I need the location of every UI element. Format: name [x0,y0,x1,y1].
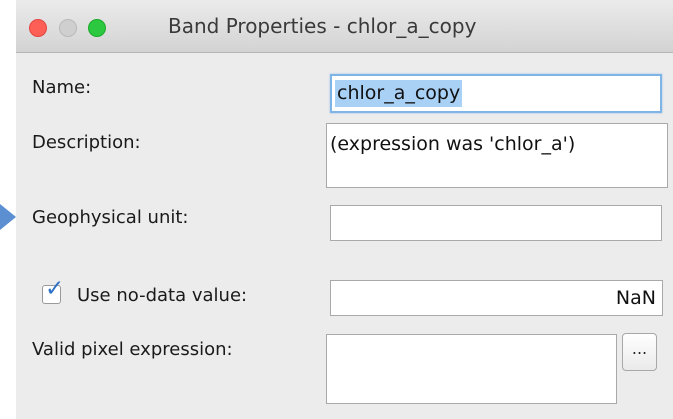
description-field[interactable]: (expression was 'chlor_a') [326,123,668,188]
name-field[interactable]: chlor_a_copy [330,74,662,113]
geophysical-unit-field[interactable] [330,205,662,241]
maximize-window-button[interactable] [88,19,106,37]
title-bar[interactable]: Band Properties - chlor_a_copy [16,0,673,53]
checkmark-icon: ✓ [45,276,65,302]
description-value: (expression was 'chlor_a') [330,133,576,155]
band-properties-dialog: Band Properties - chlor_a_copy Name: chl… [16,0,673,419]
window-title: Band Properties - chlor_a_copy [168,14,477,38]
no-data-value-field[interactable]: NaN [330,280,663,316]
valid-pixel-expression-field[interactable] [326,334,617,404]
name-value: chlor_a_copy [335,80,463,107]
pointer-arrow-icon [0,204,16,230]
no-data-value: NaN [615,287,656,309]
use-no-data-label: Use no-data value: [77,285,248,306]
valid-pixel-expression-label: Valid pixel expression: [32,339,233,360]
edit-expression-button[interactable]: ... [622,333,657,371]
minimize-window-button[interactable] [59,19,77,37]
description-label: Description: [32,132,141,153]
name-label: Name: [32,77,92,98]
close-window-button[interactable] [29,19,47,37]
geophysical-unit-label: Geophysical unit: [32,207,189,228]
